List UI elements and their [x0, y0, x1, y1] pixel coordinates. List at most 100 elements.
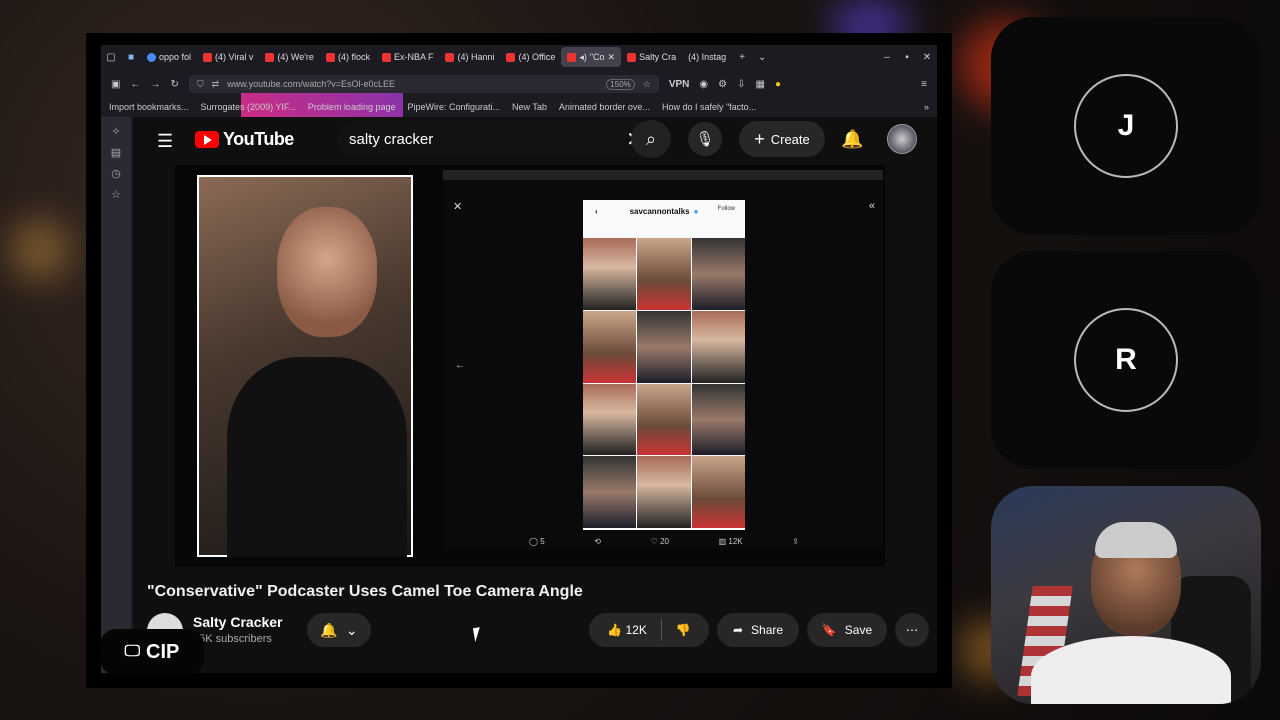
tab-list-chevron-icon[interactable]: ⌄ [752, 52, 772, 63]
more-actions-icon[interactable]: ⋯ [895, 613, 929, 647]
browser-tab[interactable]: (4) flock [320, 47, 376, 67]
divider [660, 619, 662, 641]
browser-tab[interactable]: (4) Instag [241, 47, 732, 405]
bookmark-item[interactable]: New Tab [512, 102, 547, 112]
shared-tab-strip [443, 170, 883, 180]
podcaster-camera-video [197, 175, 413, 557]
back-icon[interactable]: ← [130, 79, 140, 90]
pinned-tab-icon[interactable]: ■ [121, 52, 141, 63]
reader-icon[interactable]: ▤ [111, 146, 121, 159]
view-count: ▥ 12K [718, 537, 743, 546]
video-player[interactable]: ✕ « ← ‹ savcannontalks ● Follow ◯ 5 ⟲ ♡ … [175, 165, 885, 567]
video-title: "Conservative" Podcaster Uses Camel Toe … [147, 583, 583, 600]
vpn-indicator[interactable]: VPN [669, 79, 690, 90]
browser-tab[interactable]: oppo fol [141, 47, 197, 67]
extension-icon[interactable]: ▦ [756, 79, 765, 90]
new-tab-icon[interactable]: + [732, 52, 752, 63]
like-count: ♡ 20 [650, 537, 669, 546]
youtube-icon [445, 52, 455, 62]
bookmark-item[interactable]: PipeWire: Configurati... [407, 102, 500, 112]
participant-camera-tile[interactable] [991, 486, 1261, 704]
channel-name[interactable]: Salty Cracker [193, 614, 283, 630]
browser-tab[interactable]: (4) Hanni [439, 47, 500, 67]
navigation-bar: ▣ ← → ↻ ⛉ ⇄ www.youtube.com/watch?v=EsOl… [101, 71, 937, 97]
youtube-icon [627, 52, 637, 62]
forward-icon[interactable]: → [150, 79, 160, 90]
bookmark-item[interactable]: Surrogates (2009) YIF... [201, 102, 296, 112]
cip-badge: 🖵 CIP [100, 629, 204, 675]
hamburger-menu-icon[interactable]: ☰ [157, 131, 173, 152]
bookmark-item[interactable]: Animated border ove... [559, 102, 650, 112]
grid-photo [691, 310, 745, 383]
monitor-icon: 🖵 [124, 643, 141, 660]
participant-initial: J [1074, 74, 1178, 178]
menu-icon[interactable]: ≡ [921, 79, 927, 90]
grid-photo [691, 238, 745, 310]
screen-share-window: ▢ ■ oppo fol (4) Viral v (4) We're (4) f… [86, 33, 952, 688]
youtube-header: ☰ YouTube salty cracker ✕ ⌕ 🎙 + Create 🔔 [133, 117, 937, 161]
search-icon[interactable]: ⌕ [631, 120, 671, 158]
sidebar-toggle-icon[interactable]: ▣ [111, 79, 120, 90]
grid-photo [691, 383, 745, 456]
bookmark-star-icon[interactable]: ☆ [643, 79, 651, 90]
repost-icon: ⟲ [594, 537, 601, 546]
download-icon[interactable]: ⇩ [737, 79, 745, 90]
previous-arrow-icon: ← [455, 360, 465, 371]
thumbs-up-icon: 👍 [607, 623, 626, 637]
like-button[interactable]: 👍 12K [607, 623, 647, 637]
youtube-page: ☰ YouTube salty cracker ✕ ⌕ 🎙 + Create 🔔 [133, 117, 937, 673]
bookmark-item[interactable]: How do I safely "facto... [662, 102, 756, 112]
background-bokeh [10, 220, 70, 280]
youtube-logo[interactable]: YouTube [195, 129, 294, 150]
collapse-icon: « [868, 200, 875, 212]
participant-tile-r[interactable]: R [991, 251, 1261, 469]
microphone-icon[interactable]: 🎙 [688, 122, 722, 156]
youtube-play-icon [195, 131, 219, 148]
bookmark-item[interactable]: Import bookmarks... [109, 102, 189, 112]
bookmark-icon: 🔖 [821, 623, 837, 637]
bell-icon: 🔔 [320, 621, 338, 638]
browser-tab[interactable]: Salty Cra [621, 47, 682, 67]
account-icon[interactable]: ◉ [699, 79, 708, 90]
ai-sparkle-icon[interactable]: ✧ [111, 125, 120, 138]
more-bookmarks-icon[interactable]: » [924, 102, 929, 112]
google-icon [147, 52, 156, 62]
minimize-icon[interactable]: – [877, 52, 897, 63]
browser-window: ▢ ■ oppo fol (4) Viral v (4) We're (4) f… [101, 45, 937, 673]
history-icon[interactable]: ◷ [111, 167, 121, 180]
bookmarks-icon[interactable]: ☆ [111, 188, 121, 201]
podcaster-head [277, 207, 377, 337]
participant-tile-j[interactable]: J [991, 17, 1261, 235]
user-avatar[interactable] [887, 124, 917, 154]
browser-tab-active[interactable]: ◂) "Co ✕ [561, 47, 622, 67]
search-input[interactable]: salty cracker ✕ [337, 120, 659, 158]
browser-tab[interactable]: (4) Viral v [197, 47, 259, 67]
emoji-extension-icon[interactable]: ● [775, 79, 781, 90]
close-tab-icon[interactable]: ✕ [608, 52, 616, 63]
browser-tab[interactable]: (4) Office [500, 47, 561, 67]
tab-overview-icon[interactable]: ▢ [101, 52, 121, 63]
browser-tab[interactable]: Ex-NBA F [376, 47, 440, 67]
close-window-icon[interactable]: ✕ [917, 52, 937, 63]
instagram-profile: ‹ savcannontalks ● Follow [583, 200, 745, 530]
subscribed-notifications-button[interactable]: 🔔 ⌄ [307, 613, 371, 647]
back-chevron-icon: ‹ [595, 206, 598, 216]
save-button[interactable]: 🔖 Save [807, 613, 887, 647]
browser-tab[interactable]: (4) We're [259, 47, 320, 67]
address-bar[interactable]: ⛉ ⇄ www.youtube.com/watch?v=EsOl-e0cLEE … [188, 75, 659, 93]
notifications-bell-icon[interactable]: 🔔 [841, 129, 863, 150]
bookmarks-bar: Import bookmarks... Surrogates (2009) YI… [101, 99, 937, 115]
share-button[interactable]: ➦ Share [717, 613, 799, 647]
thumbs-down-icon[interactable]: 👎 [676, 623, 691, 637]
youtube-icon [567, 52, 577, 62]
bookmark-item[interactable]: Problem loading page [308, 102, 396, 112]
zoom-level[interactable]: 150% [606, 78, 635, 90]
reload-icon[interactable]: ↻ [170, 79, 178, 90]
video-actions-row: Salty Cracker 35K subscribers 🔔 ⌄ 👍 12K … [147, 611, 929, 651]
maximize-icon[interactable]: ▪ [897, 52, 917, 63]
share-post-icon: ⇪ [792, 537, 799, 546]
create-button[interactable]: + Create [739, 121, 825, 157]
grid-photo [583, 310, 637, 383]
extensions-icon[interactable]: ⚙ [718, 79, 727, 90]
url-text: www.youtube.com/watch?v=EsOl-e0cLEE [227, 79, 395, 89]
